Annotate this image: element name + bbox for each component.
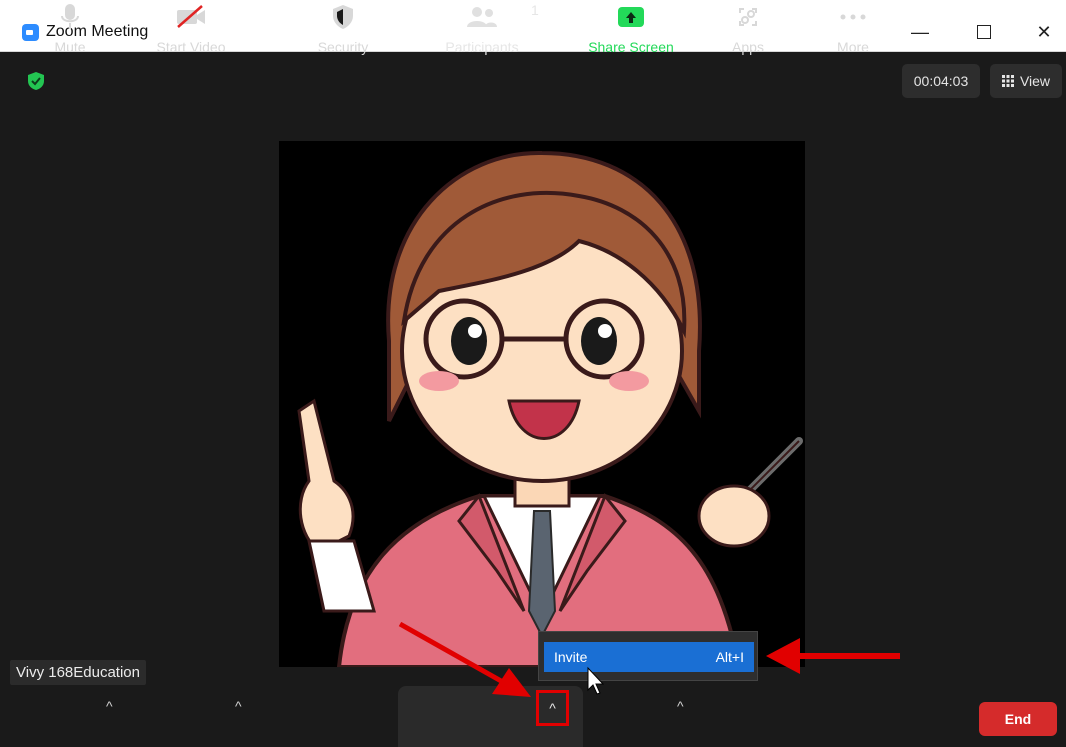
view-button[interactable]: View [990, 64, 1062, 98]
encryption-shield-icon[interactable] [26, 71, 46, 91]
participant-video [279, 141, 805, 667]
video-off-icon [177, 5, 205, 28]
audio-options-caret[interactable]: ^ [106, 698, 113, 714]
start-video-button[interactable]: Start Video [148, 0, 234, 61]
more-label: More [837, 39, 869, 55]
more-dots-icon [840, 14, 866, 20]
more-button[interactable]: More [826, 0, 880, 61]
participants-options-caret[interactable]: ^ [536, 690, 569, 726]
share-screen-label: Share Screen [588, 39, 674, 55]
share-screen-button[interactable]: Share Screen [584, 0, 678, 61]
close-button[interactable]: ✕ [1024, 15, 1064, 49]
microphone-icon [61, 4, 79, 29]
maximize-button[interactable] [964, 15, 1004, 49]
invite-shortcut: Alt+I [715, 649, 744, 665]
cartoon-teacher-avatar [297, 150, 803, 667]
security-button[interactable]: Security [310, 0, 376, 61]
participants-icon [467, 7, 497, 27]
maximize-icon [977, 25, 991, 39]
share-screen-icon [618, 7, 644, 27]
end-meeting-button[interactable]: End [979, 702, 1057, 736]
participants-count: 1 [531, 2, 539, 18]
share-options-caret[interactable]: ^ [677, 698, 684, 714]
participants-popup-menu: Invite Alt+I [538, 631, 758, 681]
grid-icon [1001, 75, 1014, 87]
invite-label: Invite [554, 649, 588, 665]
start-video-label: Start Video [156, 39, 226, 55]
zoom-logo-icon [22, 24, 39, 41]
minimize-button[interactable]: — [900, 15, 940, 49]
invite-menu-item[interactable]: Invite Alt+I [544, 642, 754, 672]
participants-button[interactable]: 1 Participants [436, 0, 538, 61]
apps-icon [739, 8, 757, 26]
video-options-caret[interactable]: ^ [235, 698, 242, 714]
security-shield-icon [333, 5, 353, 29]
mute-label: Mute [54, 39, 86, 55]
apps-button[interactable]: Apps [722, 0, 774, 61]
mute-button[interactable]: Mute [45, 0, 95, 61]
security-label: Security [317, 39, 369, 55]
participants-label: Participants [445, 39, 519, 55]
apps-label: Apps [732, 39, 764, 55]
meeting-timer: 00:04:03 [902, 64, 980, 98]
participant-name-tag: Vivy 168Education [10, 660, 146, 685]
view-label: View [1019, 73, 1051, 89]
